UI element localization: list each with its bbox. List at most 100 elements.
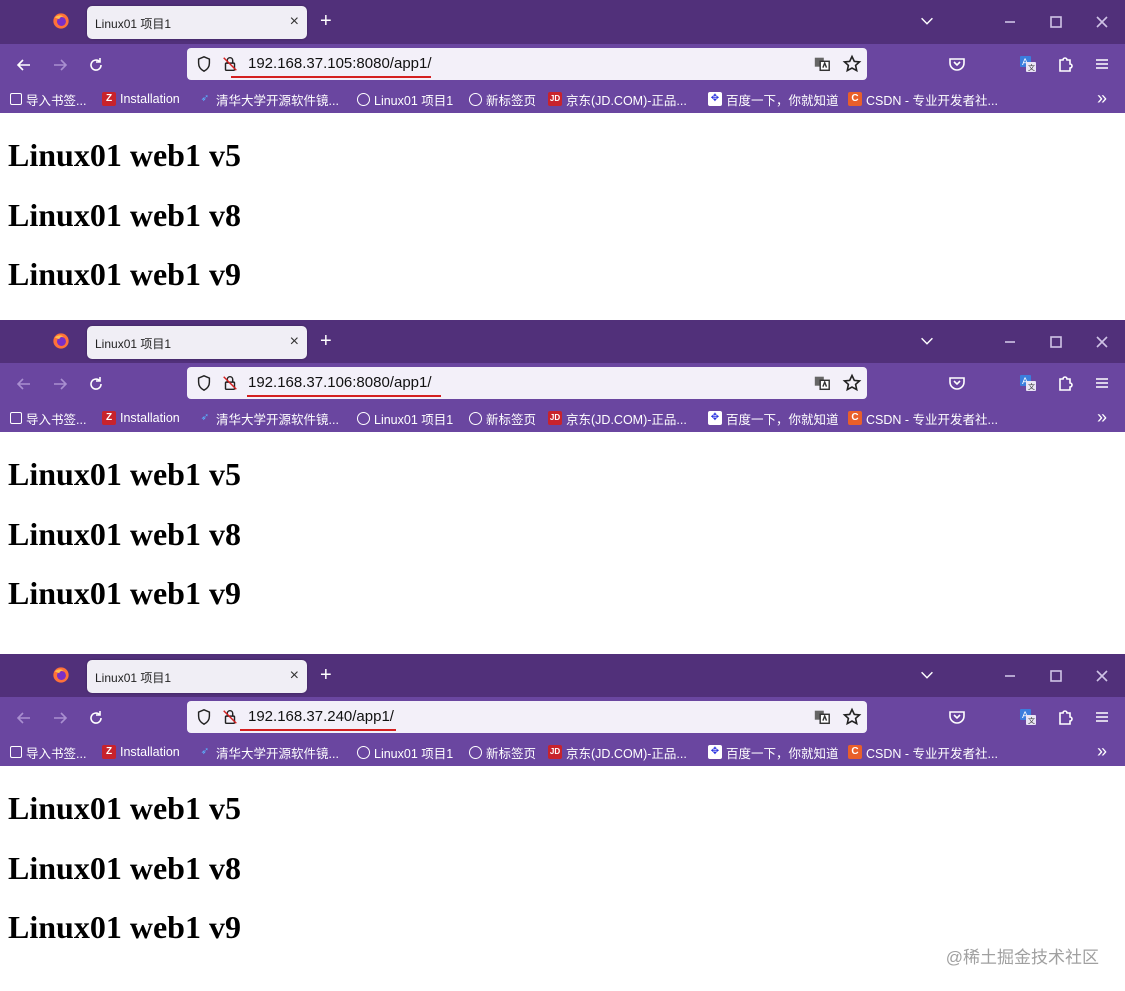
close-window-icon[interactable] <box>1092 12 1112 32</box>
forward-arrow-icon[interactable] <box>50 374 70 394</box>
more-bookmarks-chevron-icon[interactable]: » <box>1097 89 1107 107</box>
bookmark-item[interactable]: ✥ 百度一下，你就知道 <box>708 90 839 108</box>
bookmark-item[interactable]: JD 京东(JD.COM)-正品... <box>548 743 687 761</box>
browser-window-2: Linux01 项目1 × +192.168.37.106:8080/app1/A 文… <box>0 320 1125 654</box>
svg-text:文: 文 <box>1028 382 1035 391</box>
svg-text:文: 文 <box>1028 63 1035 72</box>
bookmark-item[interactable]: Z Installation <box>102 409 180 427</box>
translate-extension-icon[interactable]: A文 <box>1018 54 1038 74</box>
tab-close-icon[interactable]: × <box>290 12 299 32</box>
reload-icon[interactable] <box>86 374 106 394</box>
hamburger-menu-icon[interactable] <box>1092 707 1112 727</box>
tab-close-icon[interactable]: × <box>290 666 299 686</box>
list-all-tabs-icon[interactable] <box>918 666 936 684</box>
hamburger-menu-icon[interactable] <box>1092 54 1112 74</box>
extensions-puzzle-icon[interactable] <box>1055 707 1075 727</box>
url-text[interactable]: 192.168.37.106:8080/app1/ <box>248 374 432 391</box>
bookmark-item[interactable]: Z Installation <box>102 743 180 761</box>
page-heading: Linux01 web1 v9 <box>8 575 241 611</box>
pocket-icon[interactable] <box>947 54 967 74</box>
tuna-mirror-icon: ➶ <box>200 412 210 423</box>
bookmark-star-icon[interactable] <box>842 373 862 393</box>
url-text[interactable]: 192.168.37.105:8080/app1/ <box>248 55 432 72</box>
url-bar[interactable]: 192.168.37.105:8080/app1/ <box>187 48 867 80</box>
more-bookmarks-chevron-icon[interactable]: » <box>1097 742 1107 760</box>
bookmark-item[interactable]: ➶ 清华大学开源软件镜... <box>198 743 339 761</box>
bookmark-label: Installation <box>120 745 180 759</box>
hamburger-menu-icon[interactable] <box>1092 373 1112 393</box>
tab-close-icon[interactable]: × <box>290 332 299 352</box>
reload-icon[interactable] <box>86 708 106 728</box>
extensions-puzzle-icon[interactable] <box>1055 373 1075 393</box>
tab-active[interactable]: Linux01 项目1 × <box>87 326 307 359</box>
bookmark-item[interactable]: C CSDN - 专业开发者社... <box>848 743 998 761</box>
pocket-icon[interactable] <box>947 707 967 727</box>
forward-arrow-icon[interactable] <box>50 708 70 728</box>
bookmark-item[interactable]: 新标签页 <box>469 743 536 761</box>
new-tab-icon[interactable]: + <box>320 10 332 32</box>
bookmark-item[interactable]: Z Installation <box>102 90 180 108</box>
maximize-icon[interactable] <box>1046 666 1066 686</box>
minimize-icon[interactable] <box>1000 332 1020 352</box>
bookmark-item[interactable]: ➶ 清华大学开源软件镜... <box>198 409 339 427</box>
bookmark-item[interactable]: 新标签页 <box>469 90 536 108</box>
translate-page-icon[interactable] <box>813 374 831 392</box>
extensions-puzzle-icon[interactable] <box>1055 54 1075 74</box>
translate-page-icon[interactable] <box>813 55 831 73</box>
url-bar[interactable]: 192.168.37.106:8080/app1/ <box>187 367 867 399</box>
bookmark-item[interactable]: C CSDN - 专业开发者社... <box>848 409 998 427</box>
bookmark-star-icon[interactable] <box>842 54 862 74</box>
back-arrow-icon[interactable] <box>14 708 34 728</box>
bookmark-item[interactable]: 新标签页 <box>469 409 536 427</box>
bookmark-item[interactable]: Linux01 项目1 <box>357 90 453 108</box>
insecure-lock-icon[interactable] <box>221 55 239 73</box>
new-tab-icon[interactable]: + <box>320 330 332 352</box>
maximize-icon[interactable] <box>1046 12 1066 32</box>
bookmark-item[interactable]: C CSDN - 专业开发者社... <box>848 90 998 108</box>
forward-arrow-icon[interactable] <box>50 55 70 75</box>
tuna-mirror-icon: ➶ <box>200 746 210 757</box>
close-window-icon[interactable] <box>1092 666 1112 686</box>
tab-active[interactable]: Linux01 项目1 × <box>87 660 307 693</box>
pocket-icon[interactable] <box>947 373 967 393</box>
tab-active[interactable]: Linux01 项目1 × <box>87 6 307 39</box>
bookmark-item[interactable]: Linux01 项目1 <box>357 409 453 427</box>
bookmark-item[interactable]: 导入书签... <box>10 743 86 761</box>
back-arrow-icon[interactable] <box>14 55 34 75</box>
insecure-lock-icon[interactable] <box>221 374 239 392</box>
bookmark-item[interactable]: 导入书签... <box>10 409 86 427</box>
url-underline-annotation <box>231 76 431 78</box>
list-all-tabs-icon[interactable] <box>918 12 936 30</box>
reload-icon[interactable] <box>86 55 106 75</box>
minimize-icon[interactable] <box>1000 666 1020 686</box>
tracking-protection-shield-icon[interactable] <box>195 708 213 726</box>
url-text[interactable]: 192.168.37.240/app1/ <box>248 708 394 725</box>
bookmark-item[interactable]: ✥ 百度一下，你就知道 <box>708 743 839 761</box>
bookmark-item[interactable]: Linux01 项目1 <box>357 743 453 761</box>
maximize-icon[interactable] <box>1046 332 1066 352</box>
bookmark-item[interactable]: 导入书签... <box>10 90 86 108</box>
tracking-protection-shield-icon[interactable] <box>195 55 213 73</box>
bookmark-label: 百度一下，你就知道 <box>726 93 839 108</box>
bookmark-item[interactable]: JD 京东(JD.COM)-正品... <box>548 409 687 427</box>
translate-extension-icon[interactable]: A文 <box>1018 707 1038 727</box>
translate-extension-icon[interactable]: A文 <box>1018 373 1038 393</box>
back-arrow-icon[interactable] <box>14 374 34 394</box>
bookmark-item[interactable]: JD 京东(JD.COM)-正品... <box>548 90 687 108</box>
url-bar[interactable]: 192.168.37.240/app1/ <box>187 701 867 733</box>
tuna-mirror-icon: ➶ <box>200 93 210 104</box>
import-bookmarks-icon <box>10 93 22 105</box>
installation-z-icon: Z <box>102 411 116 425</box>
bookmark-item[interactable]: ✥ 百度一下，你就知道 <box>708 409 839 427</box>
bookmark-item[interactable]: ➶ 清华大学开源软件镜... <box>198 90 339 108</box>
minimize-icon[interactable] <box>1000 12 1020 32</box>
globe-icon <box>469 411 482 425</box>
translate-page-icon[interactable] <box>813 708 831 726</box>
close-window-icon[interactable] <box>1092 332 1112 352</box>
insecure-lock-icon[interactable] <box>221 708 239 726</box>
tracking-protection-shield-icon[interactable] <box>195 374 213 392</box>
more-bookmarks-chevron-icon[interactable]: » <box>1097 408 1107 426</box>
bookmark-star-icon[interactable] <box>842 707 862 727</box>
list-all-tabs-icon[interactable] <box>918 332 936 350</box>
new-tab-icon[interactable]: + <box>320 664 332 686</box>
